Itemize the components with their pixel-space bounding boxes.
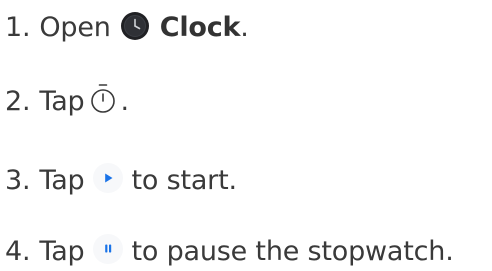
stopwatch-icon [86, 82, 120, 116]
play-icon [91, 161, 125, 195]
step-text-end: to start. [131, 164, 237, 196]
step-4: 4. Tap to pause the stopwatch. [5, 231, 454, 271]
step-text: Tap [39, 235, 85, 267]
step-text: Open [39, 11, 111, 43]
clock-app-icon [120, 11, 150, 41]
step-3: 3. Tap to start. [5, 160, 237, 200]
app-name-clock: Clock [159, 11, 241, 43]
step-number: 3. [5, 164, 31, 196]
pause-icon [91, 232, 125, 266]
step-text: Tap [39, 85, 85, 117]
step-text-end: . [120, 85, 129, 117]
step-2: 2. Tap . [5, 81, 129, 121]
step-text-end: to pause the stopwatch. [131, 235, 454, 267]
step-number: 2. [5, 85, 31, 117]
step-number: 1. [5, 11, 31, 43]
step-text: Tap [39, 164, 85, 196]
step-text-end: . [240, 11, 249, 43]
step-number: 4. [5, 235, 31, 267]
step-1: 1. Open Clock . [5, 7, 249, 47]
instruction-steps: 1. Open Clock . 2. Tap . 3. Tap to start… [0, 0, 492, 268]
